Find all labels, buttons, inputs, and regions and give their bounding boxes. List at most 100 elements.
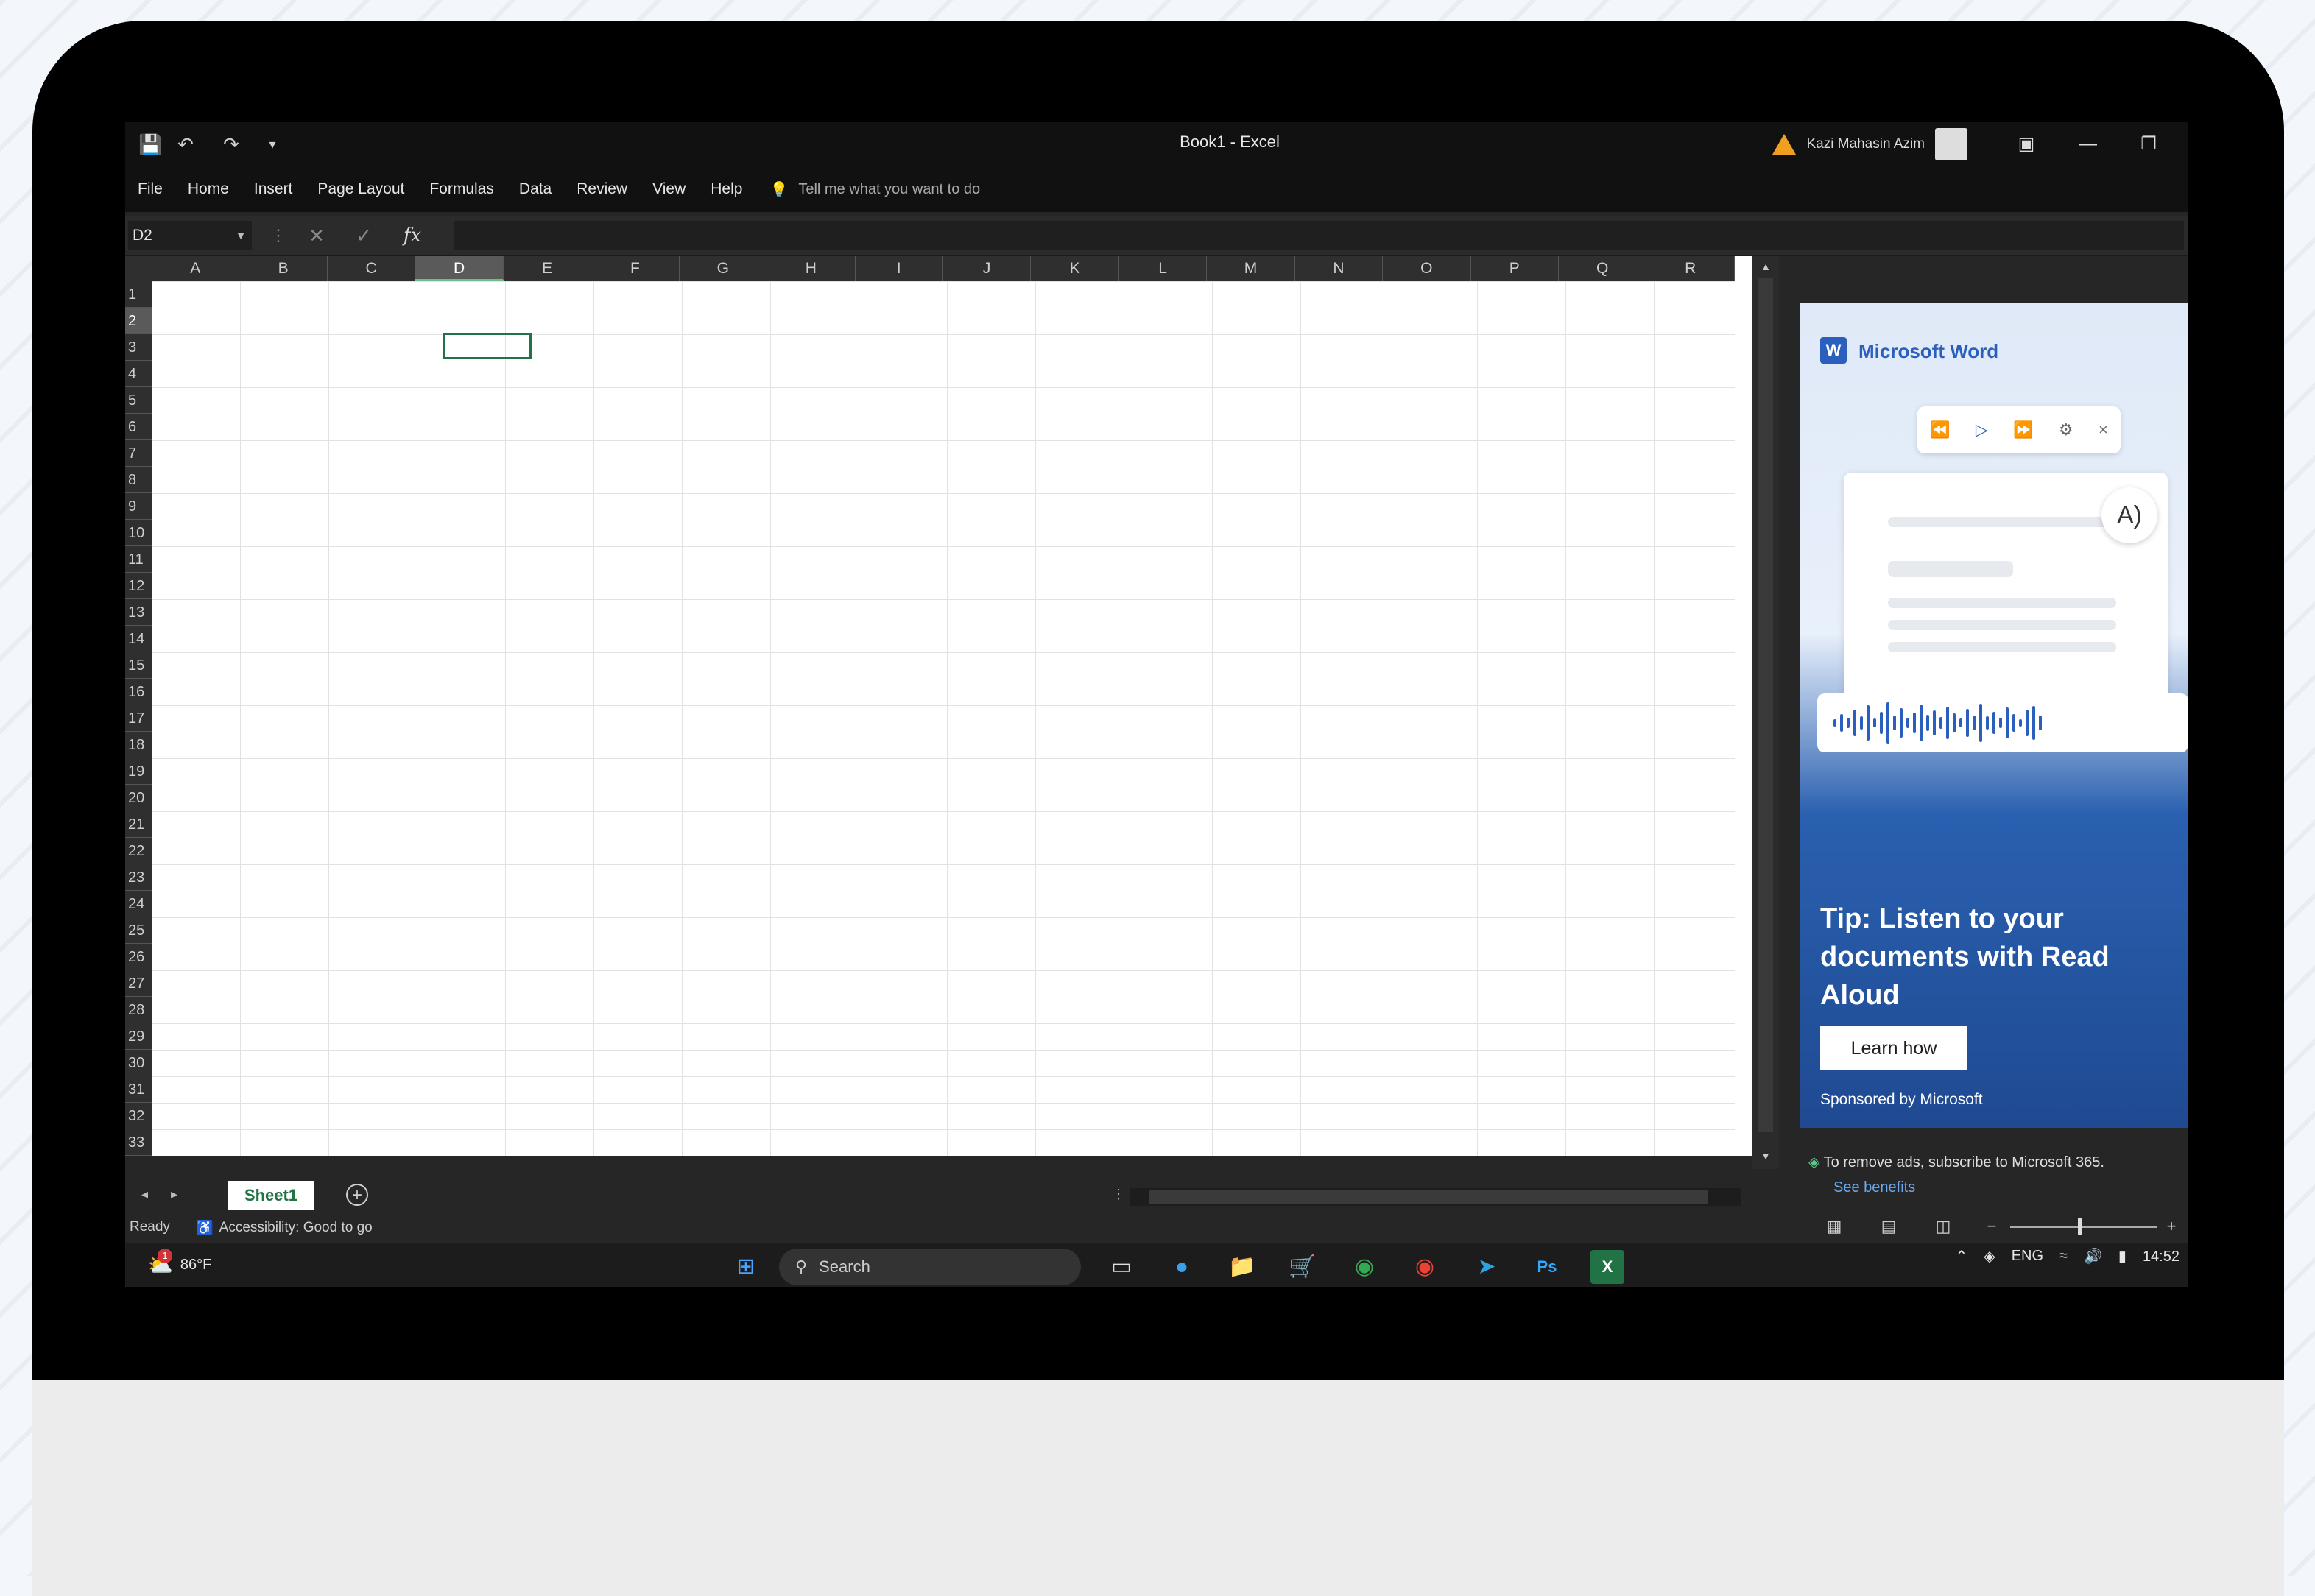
taskbar-search[interactable]: ⚲ Search [779, 1249, 1081, 1285]
row-header[interactable]: 26 [125, 944, 152, 970]
prev-sheet-icon[interactable]: ◂ [141, 1187, 148, 1202]
zoom-slider-thumb[interactable] [2078, 1218, 2082, 1235]
row-header[interactable]: 20 [125, 785, 152, 811]
row-header[interactable]: 1 [125, 281, 152, 308]
edge-browser-icon[interactable]: ● [1165, 1250, 1199, 1284]
row-header[interactable]: 21 [125, 811, 152, 838]
telegram-icon[interactable]: ➤ [1470, 1250, 1504, 1284]
column-header[interactable]: P [1471, 256, 1559, 281]
column-header[interactable]: B [239, 256, 328, 281]
row-header[interactable]: 24 [125, 891, 152, 917]
column-header[interactable]: J [943, 256, 1032, 281]
column-header[interactable]: I [856, 256, 943, 281]
enter-icon[interactable]: ✓ [349, 221, 378, 250]
row-header[interactable]: 10 [125, 520, 152, 546]
cancel-icon[interactable]: ✕ [302, 221, 331, 250]
name-box[interactable]: D2 ▼ [128, 221, 252, 250]
row-header[interactable]: 3 [125, 334, 152, 361]
column-header[interactable]: A [152, 256, 240, 281]
row-header[interactable]: 6 [125, 414, 152, 440]
row-header[interactable]: 28 [125, 997, 152, 1023]
cells-area[interactable] [152, 281, 1735, 1156]
next-sheet-icon[interactable]: ▸ [171, 1187, 177, 1202]
row-header[interactable]: 30 [125, 1050, 152, 1076]
weather-widget[interactable]: ⛅ 1 86°F [147, 1249, 211, 1277]
customize-toolbar-icon[interactable]: ▾ [261, 133, 284, 156]
row-header[interactable]: 15 [125, 652, 152, 679]
row-header[interactable]: 33 [125, 1129, 152, 1156]
volume-icon[interactable]: 🔊 [2084, 1247, 2102, 1265]
column-header[interactable]: E [504, 256, 592, 281]
row-header[interactable]: 4 [125, 361, 152, 387]
tray-app-icon[interactable]: ◈ [1984, 1247, 1995, 1265]
chrome-icon[interactable]: ◉ [1347, 1250, 1381, 1284]
row-header[interactable]: 9 [125, 493, 152, 520]
row-header[interactable]: 32 [125, 1103, 152, 1129]
chevron-up-icon[interactable]: ⌃ [1956, 1247, 1968, 1265]
undo-icon[interactable]: ↶ [174, 133, 197, 156]
row-header[interactable]: 29 [125, 1023, 152, 1050]
tab-view[interactable]: View [640, 180, 698, 198]
account-area[interactable]: Kazi Mahasin Azim [1772, 128, 1967, 160]
windows-start-icon[interactable]: ⊞ [729, 1250, 763, 1284]
row-header[interactable]: 12 [125, 573, 152, 599]
wifi-icon[interactable]: ≈ [2059, 1248, 2068, 1265]
page-break-view-icon[interactable]: ◫ [1931, 1216, 1956, 1237]
task-view-icon[interactable]: ▭ [1104, 1250, 1138, 1284]
column-header[interactable]: C [328, 256, 416, 281]
row-header[interactable]: 27 [125, 970, 152, 997]
tab-splitter-icon[interactable]: ⋮ [1112, 1187, 1125, 1202]
row-header[interactable]: 5 [125, 387, 152, 414]
tab-formulas[interactable]: Formulas [417, 180, 507, 198]
tab-data[interactable]: Data [507, 180, 564, 198]
row-header[interactable]: 7 [125, 440, 152, 467]
row-header[interactable]: 19 [125, 758, 152, 785]
tab-home[interactable]: Home [175, 180, 242, 198]
tab-file[interactable]: File [125, 180, 175, 198]
row-header[interactable]: 14 [125, 626, 152, 652]
ribbon-display-icon[interactable]: ▣ [2012, 130, 2041, 159]
zoom-out-icon[interactable]: − [1979, 1216, 2004, 1237]
horizontal-scrollbar[interactable] [1130, 1188, 1741, 1206]
zoom-in-icon[interactable]: + [2159, 1216, 2184, 1237]
column-header[interactable]: L [1119, 256, 1208, 281]
column-header[interactable]: D [415, 256, 504, 281]
vertical-scrollbar[interactable]: ▲ ▼ [1752, 256, 1779, 1169]
battery-icon[interactable]: ▮ [2118, 1247, 2127, 1265]
row-header[interactable]: 17 [125, 705, 152, 732]
language-indicator[interactable]: ENG [2012, 1248, 2043, 1265]
row-header[interactable]: 22 [125, 838, 152, 864]
avatar[interactable] [1935, 128, 1967, 160]
excel-taskbar-icon[interactable]: X [1590, 1250, 1624, 1284]
column-header[interactable]: Q [1559, 256, 1647, 281]
scroll-up-icon[interactable]: ▲ [1757, 258, 1775, 275]
select-all-corner[interactable] [125, 256, 152, 281]
column-header[interactable]: R [1646, 256, 1735, 281]
photoshop-icon[interactable]: Ps [1530, 1250, 1564, 1284]
row-header[interactable]: 31 [125, 1076, 152, 1103]
row-header[interactable]: 18 [125, 732, 152, 758]
minimize-icon[interactable]: — [2073, 130, 2103, 159]
column-header[interactable]: O [1383, 256, 1471, 281]
accessibility-status[interactable]: ♿ Accessibility: Good to go [196, 1219, 373, 1237]
redo-icon[interactable]: ↷ [219, 133, 243, 156]
tab-page-layout[interactable]: Page Layout [305, 180, 417, 198]
insert-function-icon[interactable]: fx [398, 221, 427, 250]
column-header[interactable]: N [1295, 256, 1384, 281]
row-header[interactable]: 2 [125, 308, 152, 334]
restore-icon[interactable]: ❐ [2134, 130, 2163, 159]
add-sheet-icon[interactable]: + [346, 1184, 368, 1206]
column-header[interactable]: M [1207, 256, 1295, 281]
row-header[interactable]: 25 [125, 917, 152, 944]
formula-input[interactable] [454, 221, 2184, 250]
active-cell[interactable] [443, 333, 532, 359]
file-explorer-icon[interactable]: 📁 [1225, 1250, 1259, 1284]
learn-how-button[interactable]: Learn how [1820, 1026, 1967, 1070]
tab-help[interactable]: Help [698, 180, 755, 198]
tab-review[interactable]: Review [564, 180, 640, 198]
see-benefits-link[interactable]: See benefits [1808, 1179, 1915, 1196]
chrome-profile-icon[interactable]: ◉ [1408, 1250, 1442, 1284]
column-header[interactable]: H [767, 256, 856, 281]
tab-insert[interactable]: Insert [242, 180, 306, 198]
page-layout-view-icon[interactable]: ▤ [1876, 1216, 1901, 1237]
